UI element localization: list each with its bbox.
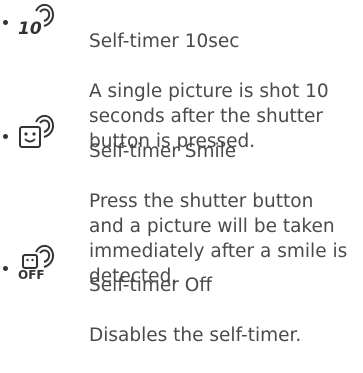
bullet: [3, 20, 8, 25]
self-timer-10sec-icon: 10: [18, 3, 54, 39]
item-title: Self-timer Smile: [89, 141, 237, 162]
self-timer-off-icon: OFF: [18, 244, 54, 282]
item-title: Self-timer 10sec: [89, 31, 240, 52]
svg-text:10: 10: [18, 19, 42, 39]
bullet: [3, 266, 8, 271]
item-text: Self-timer Off Disables the self-timer.: [89, 248, 361, 373]
item-description: Disables the self-timer.: [89, 325, 302, 346]
item-title: Self-timer Off: [89, 275, 213, 296]
bullet: [3, 134, 8, 139]
self-timer-smile-icon: [19, 114, 54, 148]
svg-text:OFF: OFF: [18, 268, 45, 282]
